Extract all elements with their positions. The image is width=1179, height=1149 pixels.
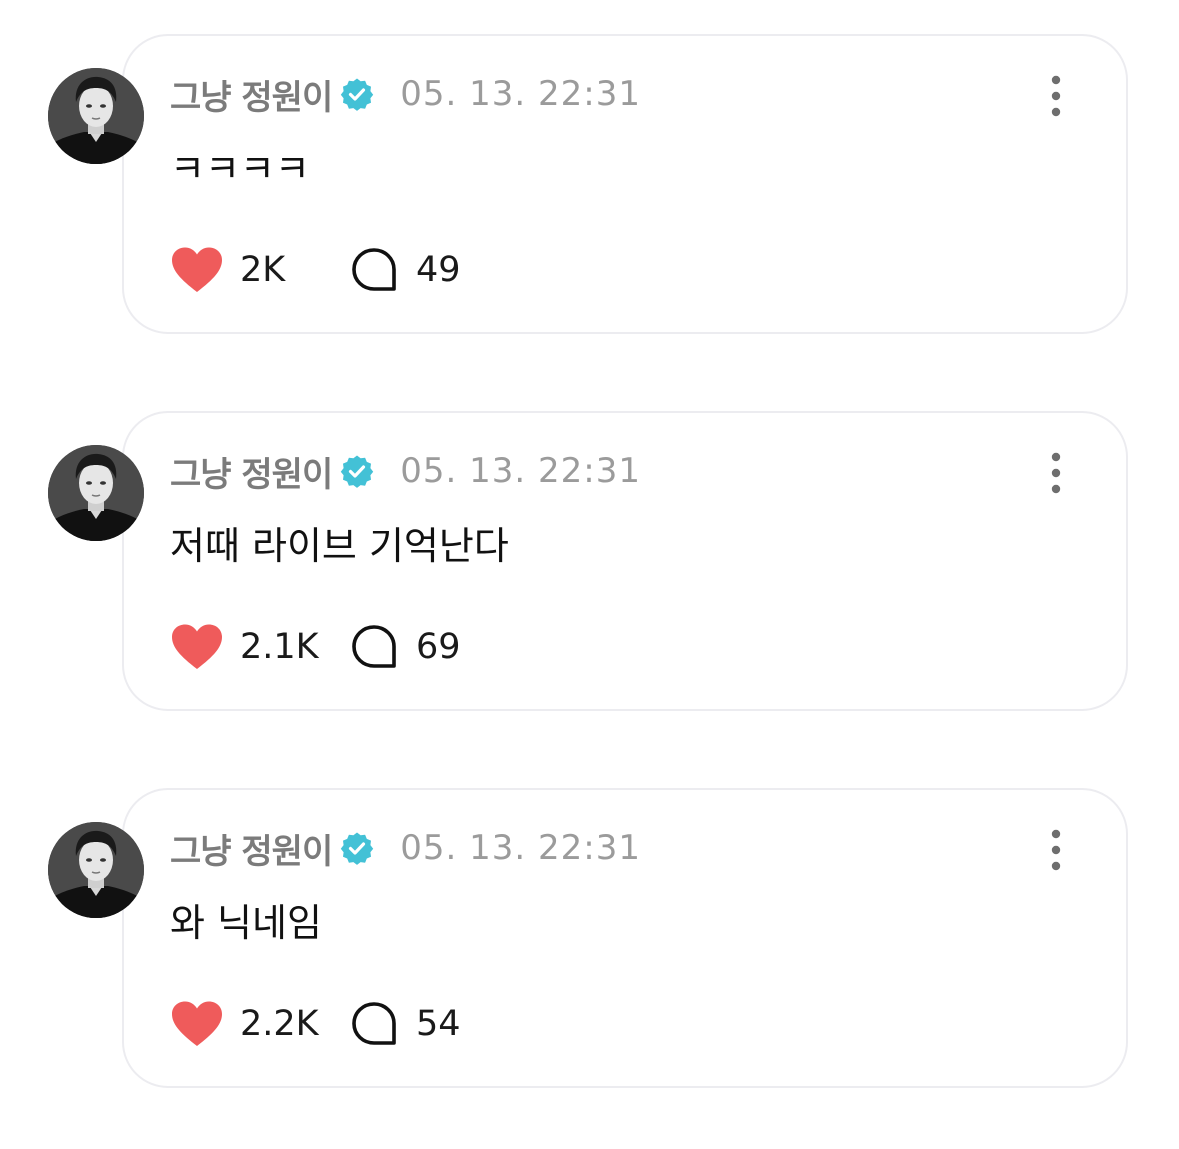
heart-icon[interactable] bbox=[170, 623, 224, 671]
comment-card[interactable]: 그냥 정원이 05. 13. 22:31 와 닉네임 2.2K 54 bbox=[122, 788, 1128, 1088]
avatar[interactable] bbox=[48, 445, 144, 541]
more-vertical-icon[interactable] bbox=[1040, 828, 1072, 872]
reply-count: 49 bbox=[416, 250, 461, 290]
timestamp: 05. 13. 22:31 bbox=[400, 451, 641, 491]
avatar[interactable] bbox=[48, 68, 144, 164]
heart-icon[interactable] bbox=[170, 1000, 224, 1048]
more-vertical-icon[interactable] bbox=[1040, 451, 1072, 495]
comment-text: 저때 라이브 기억난다 bbox=[170, 524, 509, 568]
comment-header: 그냥 정원이 05. 13. 22:31 bbox=[170, 447, 641, 496]
reply-count: 69 bbox=[416, 627, 461, 667]
timestamp: 05. 13. 22:31 bbox=[400, 828, 641, 868]
timestamp: 05. 13. 22:31 bbox=[400, 74, 641, 114]
username[interactable]: 그냥 정원이 bbox=[170, 824, 333, 873]
comment-actions: 2K 49 bbox=[170, 244, 461, 296]
reply-count: 54 bbox=[416, 1004, 461, 1044]
verified-badge-icon bbox=[340, 77, 374, 111]
comment-actions: 2.2K 54 bbox=[170, 998, 461, 1050]
verified-badge-icon bbox=[340, 831, 374, 865]
speech-bubble-icon[interactable] bbox=[350, 1000, 398, 1048]
comment-text: ㅋㅋㅋㅋ bbox=[170, 147, 310, 191]
comment-text: 와 닉네임 bbox=[170, 901, 322, 945]
heart-icon[interactable] bbox=[170, 246, 224, 294]
like-count: 2K bbox=[240, 250, 286, 290]
like-count: 2.1K bbox=[240, 627, 319, 667]
speech-bubble-icon[interactable] bbox=[350, 623, 398, 671]
comment-header: 그냥 정원이 05. 13. 22:31 bbox=[170, 824, 641, 873]
more-vertical-icon[interactable] bbox=[1040, 74, 1072, 118]
comment-card[interactable]: 그냥 정원이 05. 13. 22:31 ㅋㅋㅋㅋ 2K 49 bbox=[122, 34, 1128, 334]
comment-header: 그냥 정원이 05. 13. 22:31 bbox=[170, 70, 641, 119]
username[interactable]: 그냥 정원이 bbox=[170, 447, 333, 496]
avatar[interactable] bbox=[48, 822, 144, 918]
like-count: 2.2K bbox=[240, 1004, 319, 1044]
username[interactable]: 그냥 정원이 bbox=[170, 70, 333, 119]
speech-bubble-icon[interactable] bbox=[350, 246, 398, 294]
comment-actions: 2.1K 69 bbox=[170, 621, 461, 673]
comment-card[interactable]: 그냥 정원이 05. 13. 22:31 저때 라이브 기억난다 2.1K 69 bbox=[122, 411, 1128, 711]
verified-badge-icon bbox=[340, 454, 374, 488]
